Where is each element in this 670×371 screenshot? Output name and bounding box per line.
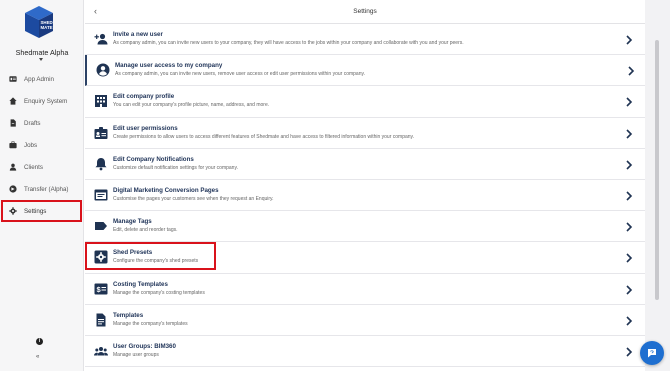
document-icon: [94, 313, 108, 327]
chevron-right-icon[interactable]: [623, 345, 635, 357]
app-root: SHED MATE Shedmate Alpha App Admin Enqui…: [0, 0, 670, 371]
collapse-sidebar-icon[interactable]: «: [36, 354, 39, 360]
sidebar-nav: App Admin Enquiry System Drafts Jobs Cli…: [0, 68, 84, 222]
settings-item-title: Edit Company Notifications: [113, 155, 194, 163]
settings-item-edit-user-permissions[interactable]: Edit user permissions Create permissions…: [85, 117, 645, 149]
chevron-right-icon[interactable]: [623, 158, 635, 170]
settings-item-description: Manage the company's costing templates: [113, 289, 205, 296]
settings-item-description: Edit, delete and reorder tags.: [113, 227, 178, 234]
sidebar-item-drafts[interactable]: Drafts: [0, 112, 84, 134]
account-circle-icon: [96, 63, 110, 77]
settings-item-title: Edit company profile: [113, 93, 175, 101]
settings-item-user-groups[interactable]: User Groups: BIM360 Manage user groups: [85, 335, 645, 368]
add-user-icon: [94, 32, 108, 46]
sidebar-item-clients[interactable]: Clients: [0, 156, 84, 178]
chevron-right-icon[interactable]: [625, 64, 637, 76]
settings-highlight-box: [1, 200, 82, 222]
settings-item-templates[interactable]: Templates Manage the company's templates: [85, 304, 645, 336]
id-card-icon: [8, 74, 18, 84]
sidebar-item-transfer[interactable]: Transfer (Alpha): [0, 178, 84, 200]
sidebar: SHED MATE Shedmate Alpha App Admin Enqui…: [0, 0, 84, 371]
chevron-right-icon[interactable]: [623, 95, 635, 107]
sidebar-item-label: Drafts: [24, 119, 41, 127]
settings-item-invite-user[interactable]: Invite a new user As company admin, you …: [85, 24, 645, 56]
chevron-right-icon[interactable]: [623, 33, 635, 45]
settings-item-description: Manage user groups: [113, 351, 159, 358]
sidebar-item-label: Transfer (Alpha): [24, 185, 69, 193]
help-chat-icon: [648, 349, 656, 358]
sidebar-item-label: Jobs: [24, 141, 38, 149]
chevron-right-icon[interactable]: [623, 220, 635, 232]
sidebar-item-label: App Admin: [24, 75, 54, 83]
info-icon[interactable]: i: [36, 338, 43, 345]
person-icon: [8, 162, 18, 172]
transfer-icon: [8, 184, 18, 194]
settings-item-manage-user-access[interactable]: Manage user access to my company As comp…: [85, 55, 645, 87]
badge-icon: [94, 126, 108, 140]
home-icon: [8, 96, 18, 106]
svg-text:MATE: MATE: [41, 25, 53, 30]
tag-icon: [94, 219, 108, 233]
settings-item-title: Invite a new user: [113, 31, 163, 38]
sidebar-item-enquiry-system[interactable]: Enquiry System: [0, 90, 84, 112]
page-title: Settings: [353, 8, 377, 15]
settings-item-description: You can edit your company's profile pict…: [113, 102, 270, 109]
page-header: ‹ Settings: [85, 0, 645, 24]
settings-item-title: Edit user permissions: [113, 124, 178, 132]
scrollbar-track[interactable]: [645, 0, 670, 371]
bell-icon: [94, 157, 108, 171]
shed-presets-highlight-box: [85, 242, 216, 270]
chevron-right-icon[interactable]: [623, 189, 635, 201]
settings-item-description: As company admin, you can invite new use…: [113, 40, 464, 46]
settings-item-edit-company-profile[interactable]: Edit company profile You can edit your c…: [85, 86, 645, 118]
help-chat-button[interactable]: [640, 341, 664, 365]
settings-item-title: Costing Templates: [113, 280, 168, 288]
chevron-right-icon[interactable]: [623, 314, 635, 326]
settings-item-description: As company admin, you can invite new use…: [115, 71, 366, 78]
company-dropdown-icon[interactable]: [39, 58, 43, 61]
settings-list: Invite a new user As company admin, you …: [85, 24, 645, 368]
chevron-right-icon[interactable]: [623, 127, 635, 139]
company-name[interactable]: Shedmate Alpha: [0, 48, 84, 57]
web-page-icon: [94, 188, 108, 202]
sidebar-item-label: Enquiry System: [24, 97, 68, 105]
settings-item-manage-tags[interactable]: Manage Tags Edit, delete and reorder tag…: [85, 211, 645, 243]
settings-item-description: Customize default notification settings …: [113, 164, 238, 171]
settings-item-marketing-pages[interactable]: Digital Marketing Conversion Pages Custo…: [85, 179, 645, 212]
chevron-right-icon[interactable]: [623, 251, 635, 263]
sidebar-item-app-admin[interactable]: App Admin: [0, 68, 84, 90]
settings-item-title: User Groups: BIM360: [113, 342, 176, 350]
settings-item-costing-templates[interactable]: $ Costing Templates Manage the company's…: [85, 273, 645, 305]
chevron-right-icon[interactable]: [623, 283, 635, 295]
settings-item-description: Create permissions to allow users to acc…: [113, 133, 415, 140]
draft-icon: [8, 118, 18, 128]
company-building-icon: [94, 94, 108, 108]
scrollbar-thumb[interactable]: [655, 40, 659, 300]
costing-icon: $: [94, 282, 108, 296]
settings-item-title: Digital Marketing Conversion Pages: [113, 186, 219, 194]
settings-item-title: Manage user access to my company: [115, 62, 223, 70]
user-group-icon: [94, 344, 108, 358]
shedmate-logo[interactable]: SHED MATE: [24, 5, 54, 39]
briefcase-icon: [8, 140, 18, 150]
settings-item-company-notifications[interactable]: Edit Company Notifications Customize def…: [85, 148, 645, 180]
settings-item-description: Manage the company's templates: [113, 320, 188, 327]
settings-item-title: Templates: [113, 311, 144, 319]
sidebar-item-jobs[interactable]: Jobs: [0, 134, 84, 156]
settings-item-title: Manage Tags: [113, 218, 152, 226]
sidebar-item-settings[interactable]: Settings: [0, 200, 84, 222]
sidebar-item-label: Clients: [24, 163, 43, 171]
settings-item-description: Customise the pages your customers see w…: [113, 195, 274, 202]
